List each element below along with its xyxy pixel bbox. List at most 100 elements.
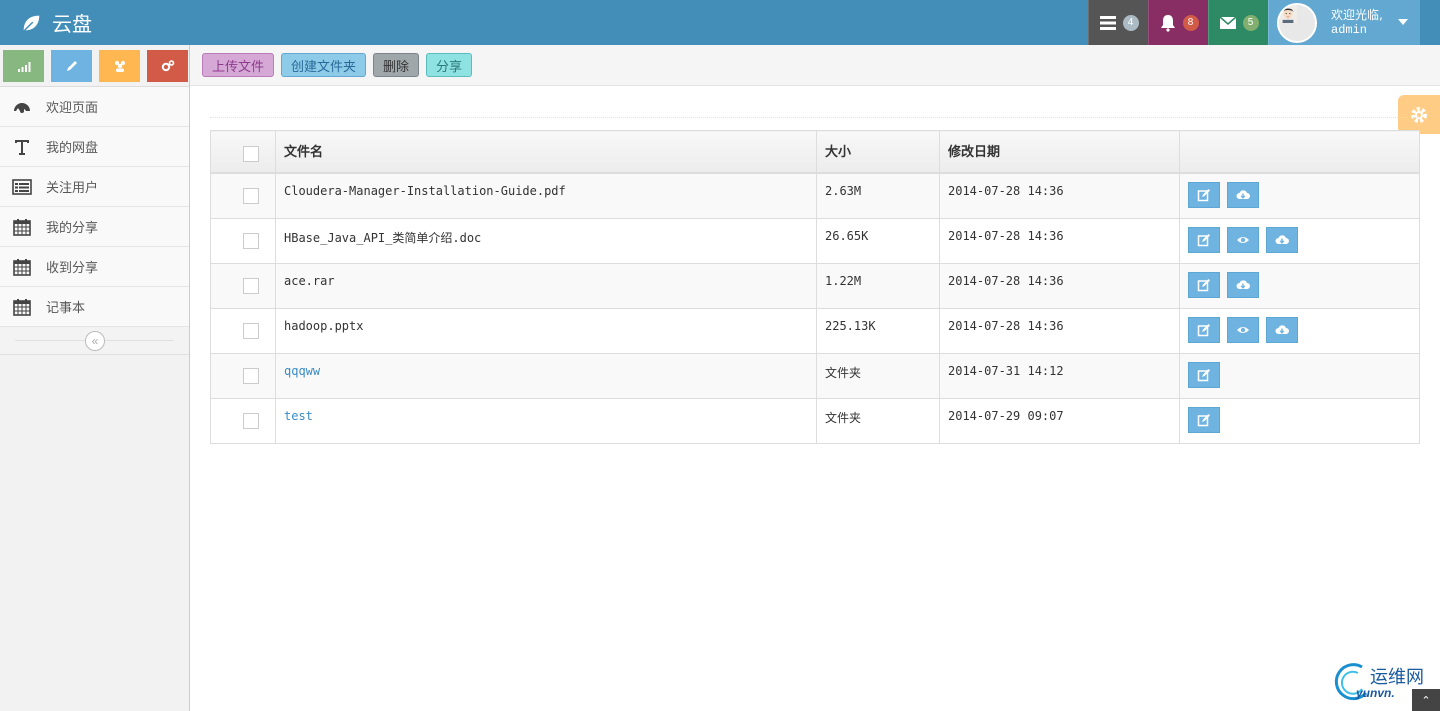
- file-size: 文件夹: [825, 411, 862, 425]
- file-name-cell[interactable]: test: [275, 398, 817, 444]
- table-row[interactable]: qqqww 文件夹 2014-07-31 14:12: [210, 353, 1420, 399]
- download-button[interactable]: [1266, 227, 1298, 253]
- download-button[interactable]: [1227, 182, 1259, 208]
- sidebar-item-welcome[interactable]: 欢迎页面: [0, 87, 189, 127]
- download-button[interactable]: [1266, 317, 1298, 343]
- file-name-cell: HBase_Java_API_类简单介绍.doc: [275, 218, 817, 264]
- sidebar-item-my-shares[interactable]: 我的分享: [0, 207, 189, 247]
- view-button[interactable]: [1227, 227, 1259, 253]
- row-checkbox[interactable]: [243, 188, 259, 204]
- dashboard-icon: [14, 102, 30, 113]
- folder-link[interactable]: test: [284, 409, 313, 423]
- app-title: 云盘: [52, 12, 92, 36]
- shortcut-edit-button[interactable]: [51, 49, 92, 82]
- row-checkbox[interactable]: [243, 233, 259, 249]
- row-actions: [1188, 362, 1411, 388]
- settings-gear-button[interactable]: [1398, 95, 1440, 134]
- shortcut-stats-button[interactable]: [3, 49, 44, 82]
- file-date: 2014-07-28 14:36: [948, 184, 1064, 198]
- row-checkbox[interactable]: [243, 368, 259, 384]
- tasks-icon: [1099, 15, 1116, 30]
- sidebar-item-received-shares[interactable]: 收到分享: [0, 247, 189, 287]
- pencil-icon: [66, 60, 77, 71]
- row-actions-cell: [1179, 398, 1420, 444]
- row-checkbox[interactable]: [243, 413, 259, 429]
- header-name[interactable]: 文件名: [275, 130, 817, 174]
- cloud-download-icon: [1275, 235, 1289, 244]
- folder-link[interactable]: qqqww: [284, 364, 320, 378]
- sidebar-item-my-disk[interactable]: 我的网盘: [0, 127, 189, 167]
- row-actions-cell: [1179, 263, 1420, 309]
- file-date: 2014-07-31 14:12: [948, 364, 1064, 378]
- table-row[interactable]: ace.rar 1.22M 2014-07-28 14:36: [210, 263, 1420, 309]
- caret-down-icon: [1398, 19, 1408, 25]
- edit-button[interactable]: [1188, 227, 1220, 253]
- messages-menu[interactable]: 5: [1208, 0, 1268, 45]
- file-size: 2.63M: [825, 184, 862, 198]
- top-navbar: 云盘 4 8 5 欢迎光临, admin: [0, 0, 1440, 45]
- scroll-to-top-button[interactable]: ⌃: [1412, 689, 1440, 711]
- sidebar-item-followed-users[interactable]: 关注用户: [0, 167, 189, 207]
- edit-button[interactable]: [1188, 362, 1220, 388]
- edit-icon: [1197, 234, 1210, 247]
- cloud-download-icon: [1275, 325, 1289, 334]
- sidebar-item-label: 我的分享: [46, 221, 99, 236]
- edit-icon: [1197, 279, 1210, 292]
- double-chevron-up-icon: ⌃: [1421, 694, 1431, 707]
- shortcut-users-button[interactable]: [99, 49, 140, 82]
- row-checkbox[interactable]: [243, 278, 259, 294]
- edit-button[interactable]: [1188, 182, 1220, 208]
- select-all-checkbox[interactable]: [243, 146, 259, 162]
- row-checkbox[interactable]: [243, 323, 259, 339]
- file-size: 1.22M: [825, 274, 862, 288]
- eye-icon: [1237, 237, 1249, 243]
- notifications-menu[interactable]: 8: [1148, 0, 1208, 45]
- calendar-icon: [13, 258, 31, 276]
- toolbar: 上传文件 创建文件夹 删除 分享: [190, 45, 1440, 86]
- file-date-cell: 2014-07-28 14:36: [939, 308, 1180, 354]
- download-button[interactable]: [1227, 272, 1259, 298]
- edit-icon: [1197, 369, 1210, 382]
- edit-button[interactable]: [1188, 407, 1220, 433]
- calendar-icon: [13, 298, 31, 316]
- shortcut-settings-button[interactable]: [147, 49, 188, 82]
- delete-button[interactable]: 删除: [373, 53, 420, 77]
- header-date[interactable]: 修改日期: [939, 130, 1180, 174]
- create-folder-button[interactable]: 创建文件夹: [281, 53, 367, 77]
- view-button[interactable]: [1227, 317, 1259, 343]
- table-row[interactable]: test 文件夹 2014-07-29 09:07: [210, 398, 1420, 444]
- row-actions: [1188, 272, 1411, 298]
- file-date-cell: 2014-07-31 14:12: [939, 353, 1180, 399]
- collapse-sidebar-icon[interactable]: «: [85, 331, 105, 351]
- edit-button[interactable]: [1188, 317, 1220, 343]
- select-all-cell: [210, 130, 276, 174]
- bell-icon: [1160, 14, 1175, 32]
- user-menu[interactable]: 欢迎光临, admin: [1268, 0, 1420, 45]
- file-name-cell[interactable]: qqqww: [275, 353, 817, 399]
- leaf-icon: [22, 15, 40, 33]
- sidebar-item-label: 我的网盘: [46, 141, 99, 156]
- file-name-cell: hadoop.pptx: [275, 308, 817, 354]
- signal-icon: [17, 61, 30, 72]
- table-row[interactable]: HBase_Java_API_类简单介绍.doc 26.65K 2014-07-28…: [210, 218, 1420, 264]
- table-row[interactable]: Cloudera-Manager-Installation-Guide.pdf 2…: [210, 172, 1420, 219]
- upload-file-button[interactable]: 上传文件: [202, 53, 275, 77]
- user-name: admin: [1331, 22, 1368, 37]
- file-size-cell: 225.13K: [816, 308, 940, 354]
- row-checkbox-cell: [210, 308, 276, 354]
- row-actions-cell: [1179, 308, 1420, 354]
- list-icon: [12, 178, 32, 195]
- tasks-menu[interactable]: 4: [1088, 0, 1148, 45]
- edit-icon: [1197, 189, 1210, 202]
- tasks-badge: 4: [1122, 14, 1139, 31]
- share-button[interactable]: 分享: [426, 53, 473, 77]
- row-actions: [1188, 182, 1411, 208]
- table-row[interactable]: hadoop.pptx 225.13K 2014-07-28 14:36: [210, 308, 1420, 354]
- edit-button[interactable]: [1188, 272, 1220, 298]
- brand[interactable]: 云盘: [20, 0, 92, 45]
- sidebar-item-notepad[interactable]: 记事本: [0, 287, 189, 327]
- envelope-icon: [1219, 15, 1236, 29]
- row-checkbox-cell: [210, 353, 276, 399]
- header-size[interactable]: 大小: [816, 130, 940, 174]
- file-name: Cloudera-Manager-Installation-Guide.pdf: [284, 184, 566, 198]
